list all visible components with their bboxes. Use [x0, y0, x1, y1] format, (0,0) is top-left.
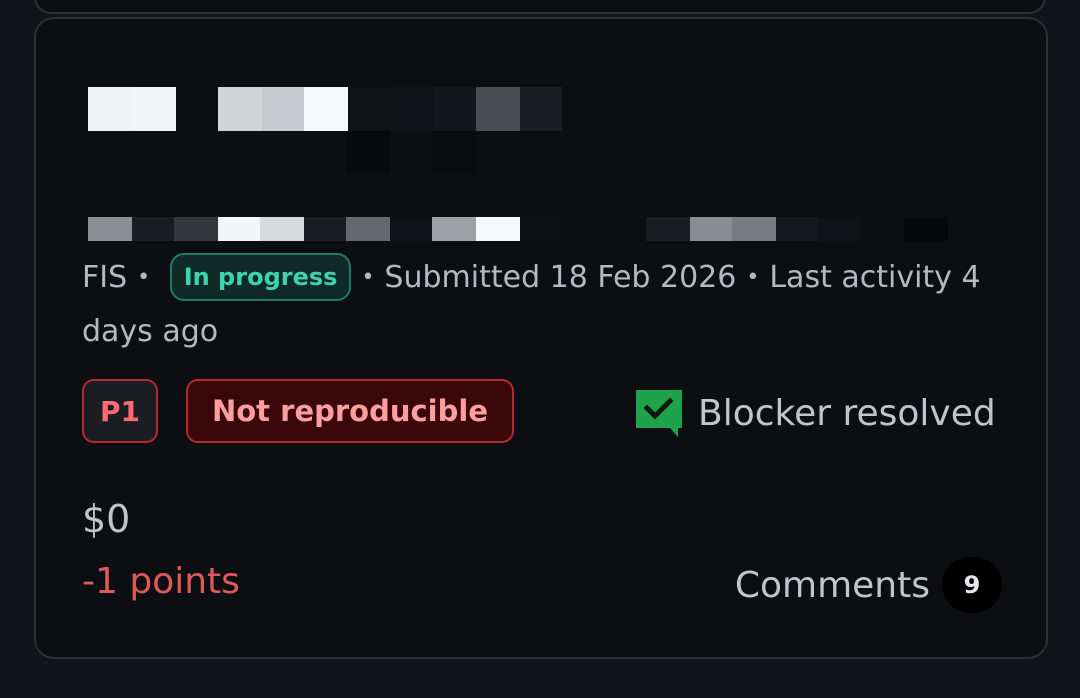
blocker-status: Blocker resolved: [634, 385, 996, 441]
redacted-title-line2: [346, 131, 476, 173]
separator-dot: •: [137, 265, 151, 290]
check-chat-icon: [634, 388, 684, 438]
issue-meta: FIS • In progress • Submitted 18 Feb 2026 • L…: [82, 251, 1012, 359]
separator-dot: •: [746, 265, 760, 290]
reward-amount: $0: [82, 497, 131, 541]
reward-points: -1 points: [82, 561, 240, 602]
comment-count-badge: 9: [942, 557, 1002, 613]
priority-badge: P1: [82, 379, 158, 443]
comments-label: Comments: [734, 564, 930, 606]
team-label: FIS: [82, 260, 128, 295]
blocker-label: Blocker resolved: [698, 392, 996, 434]
resolution-badge: Not reproducible: [186, 379, 514, 443]
issue-card[interactable]: FIS • In progress • Submitted 18 Feb 2026 • L…: [34, 17, 1048, 659]
previous-card[interactable]: [34, 0, 1046, 14]
status-badge: In progress: [169, 253, 352, 301]
comments-button[interactable]: Comments 9: [735, 557, 1002, 613]
submitted-date: Submitted 18 Feb 2026: [384, 260, 737, 295]
redacted-title: [88, 87, 562, 131]
redacted-subtitle: [88, 217, 948, 241]
separator-dot: •: [361, 265, 375, 290]
